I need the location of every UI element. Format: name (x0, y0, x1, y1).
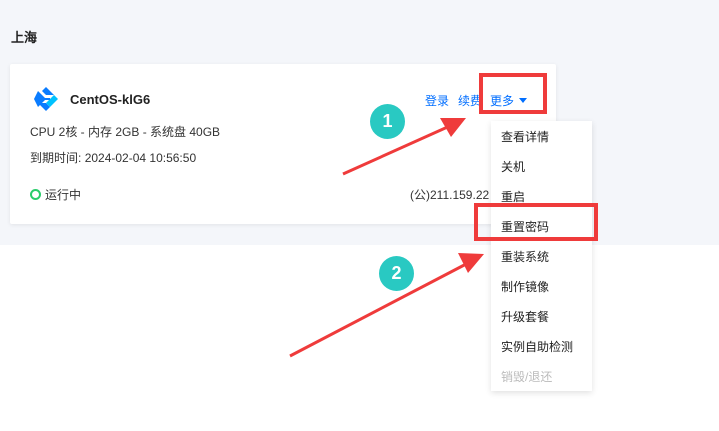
step-1-badge: 1 (370, 104, 405, 139)
arrow-2-head (458, 253, 484, 273)
annotation-arrows (289, 118, 484, 358)
step-2-badge: 2 (379, 256, 414, 291)
